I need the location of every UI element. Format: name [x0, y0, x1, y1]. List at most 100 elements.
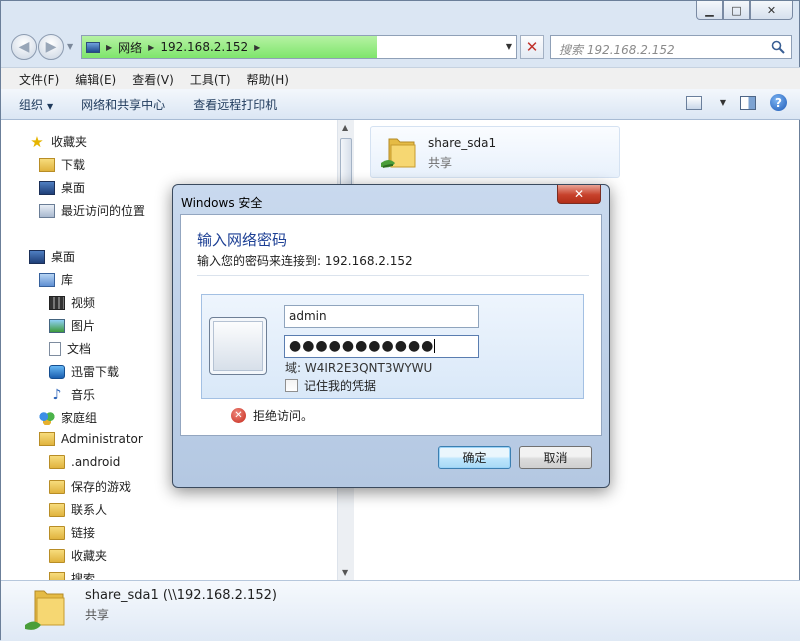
network-center-button[interactable]: 网络和共享中心	[81, 96, 165, 113]
change-view-icon[interactable]	[685, 95, 702, 110]
nav-label: 文档	[67, 342, 92, 356]
forward-button[interactable]: ▶	[38, 34, 64, 60]
breadcrumb-host[interactable]: 192.168.2.152	[160, 40, 248, 54]
back-button[interactable]: ◀	[11, 34, 37, 60]
preview-pane-icon[interactable]	[740, 95, 756, 110]
nav-item-music[interactable]: ♪ 音乐	[49, 386, 95, 403]
nav-item-desktop[interactable]: 桌面	[29, 248, 75, 265]
dialog-title: Windows 安全	[181, 196, 263, 210]
menu-help[interactable]: 帮助(H)	[239, 68, 297, 89]
pictures-library-icon	[49, 318, 65, 333]
nav-item-favorites-folder[interactable]: 收藏夹	[49, 547, 107, 564]
menu-bar: 文件(F) 编辑(E) 查看(V) 工具(T) 帮助(H)	[1, 67, 800, 89]
nav-label: 最近访问的位置	[61, 204, 146, 218]
search-input[interactable]: 搜索 192.168.2.152	[550, 35, 792, 59]
breadcrumb-chevron-icon[interactable]: ▶	[254, 43, 260, 52]
checkbox[interactable]	[285, 379, 298, 392]
search-icon[interactable]	[771, 40, 785, 54]
breadcrumb-chevron-icon[interactable]: ▶	[106, 43, 112, 52]
favorites-folder-icon	[49, 548, 65, 563]
recent-places-icon	[39, 203, 55, 218]
nav-label: 收藏夹	[71, 549, 108, 563]
nav-item-administrator[interactable]: Administrator	[39, 432, 143, 446]
nav-item-links[interactable]: 链接	[49, 524, 95, 541]
nav-label: 迅雷下载	[71, 365, 120, 379]
windows-security-dialog: Windows 安全 ✕ 输入网络密码 输入您的密码来连接到: 192.168.…	[172, 184, 610, 488]
nav-item-searches[interactable]: 搜索	[49, 570, 95, 580]
nav-label: 图片	[71, 319, 96, 333]
view-options-dropdown-icon[interactable]: ▼	[720, 98, 726, 107]
homegroup-icon	[39, 410, 55, 425]
command-bar: 组织 ▼ 网络和共享中心 查看远程打印机 ▼ ?	[1, 89, 800, 120]
nav-item-recent[interactable]: 最近访问的位置	[39, 202, 145, 219]
dialog-close-button[interactable]: ✕	[557, 185, 601, 204]
breadcrumb-network[interactable]: 网络	[118, 39, 142, 56]
search-placeholder: 搜索 192.168.2.152	[559, 43, 675, 57]
libraries-icon	[39, 272, 55, 287]
credential-tile[interactable]: admin ●●●●●●●●●●● 域: W4IR2E3QNT3WYWU 记住我…	[201, 294, 584, 399]
organize-button[interactable]: 组织 ▼	[19, 96, 53, 113]
remember-credentials-checkbox[interactable]: 记住我的凭据	[285, 377, 376, 394]
stop-x-icon: ✕	[525, 38, 539, 56]
downloads-folder-icon	[39, 157, 55, 172]
scroll-up-icon[interactable]: ▲	[342, 123, 348, 132]
searches-folder-icon	[49, 571, 65, 580]
nav-item-thunder[interactable]: 迅雷下载	[49, 363, 119, 380]
recent-pages-dropdown[interactable]: ▼	[67, 42, 73, 51]
nav-item-documents[interactable]: 文档	[49, 340, 91, 357]
share-item[interactable]: share_sda1 共享	[370, 126, 620, 178]
nav-item-desktop-favorite[interactable]: 桌面	[39, 179, 85, 196]
details-pane: share_sda1 (\\192.168.2.152) 共享	[1, 580, 800, 641]
scroll-down-icon[interactable]: ▼	[342, 568, 348, 577]
cancel-button[interactable]: 取消	[519, 446, 592, 469]
folder-icon	[49, 455, 65, 469]
error-message: ✕ 拒绝访问。	[231, 407, 313, 424]
desktop-icon	[39, 180, 55, 195]
password-field[interactable]: ●●●●●●●●●●●	[284, 335, 479, 358]
nav-label: 搜索	[71, 572, 96, 580]
menu-file[interactable]: 文件(F)	[11, 68, 67, 89]
menu-edit[interactable]: 编辑(E)	[67, 68, 124, 89]
nav-label: 桌面	[51, 250, 76, 264]
nav-item-android[interactable]: .android	[49, 455, 120, 469]
nav-item-libraries[interactable]: 库	[39, 271, 73, 288]
contacts-icon	[49, 502, 65, 517]
maximize-button[interactable]: □	[723, 1, 750, 20]
back-arrow-icon: ◀	[18, 39, 30, 55]
nav-item-favorites[interactable]: ★ 收藏夹	[29, 133, 87, 150]
nav-item-contacts[interactable]: 联系人	[49, 501, 107, 518]
nav-item-pictures[interactable]: 图片	[49, 317, 95, 334]
network-computer-icon	[86, 41, 100, 53]
nav-item-videos[interactable]: 视频	[49, 294, 95, 311]
nav-label: 链接	[71, 526, 96, 540]
nav-item-saved-games[interactable]: 保存的游戏	[49, 478, 131, 495]
close-window-button[interactable]: ✕	[750, 1, 793, 20]
address-dropdown-icon[interactable]: ▼	[506, 42, 512, 51]
minimize-button[interactable]: ▁	[696, 1, 723, 20]
ok-button[interactable]: 确定	[438, 446, 511, 469]
user-avatar-icon	[209, 317, 267, 375]
help-icon[interactable]: ?	[770, 94, 787, 111]
nav-label: 下载	[61, 158, 86, 172]
address-bar[interactable]: ▶ 网络 ▶ 192.168.2.152 ▶ ▼	[81, 35, 517, 59]
nav-item-homegroup[interactable]: 家庭组	[39, 409, 97, 426]
stop-button[interactable]: ✕	[520, 35, 544, 59]
details-share-name: share_sda1 (\\192.168.2.152)	[85, 588, 277, 603]
music-note-icon: ♪	[52, 386, 62, 403]
close-icon: ✕	[573, 187, 585, 201]
password-mask: ●●●●●●●●●●●	[289, 338, 435, 354]
shared-folder-icon	[381, 138, 416, 168]
details-share-type: 共享	[85, 608, 110, 622]
saved-games-icon	[49, 479, 65, 494]
nav-item-downloads[interactable]: 下载	[39, 156, 85, 173]
breadcrumb-chevron-icon[interactable]: ▶	[148, 43, 154, 52]
menu-view[interactable]: 查看(V)	[124, 68, 182, 89]
menu-tools[interactable]: 工具(T)	[182, 68, 239, 89]
text-cursor	[434, 339, 436, 353]
view-printers-button[interactable]: 查看远程打印机	[193, 96, 277, 113]
nav-label: 视频	[71, 296, 96, 310]
username-field[interactable]: admin	[284, 305, 479, 328]
nav-label: 保存的游戏	[71, 480, 132, 494]
thunder-download-icon	[49, 364, 65, 379]
error-icon: ✕	[231, 408, 246, 423]
